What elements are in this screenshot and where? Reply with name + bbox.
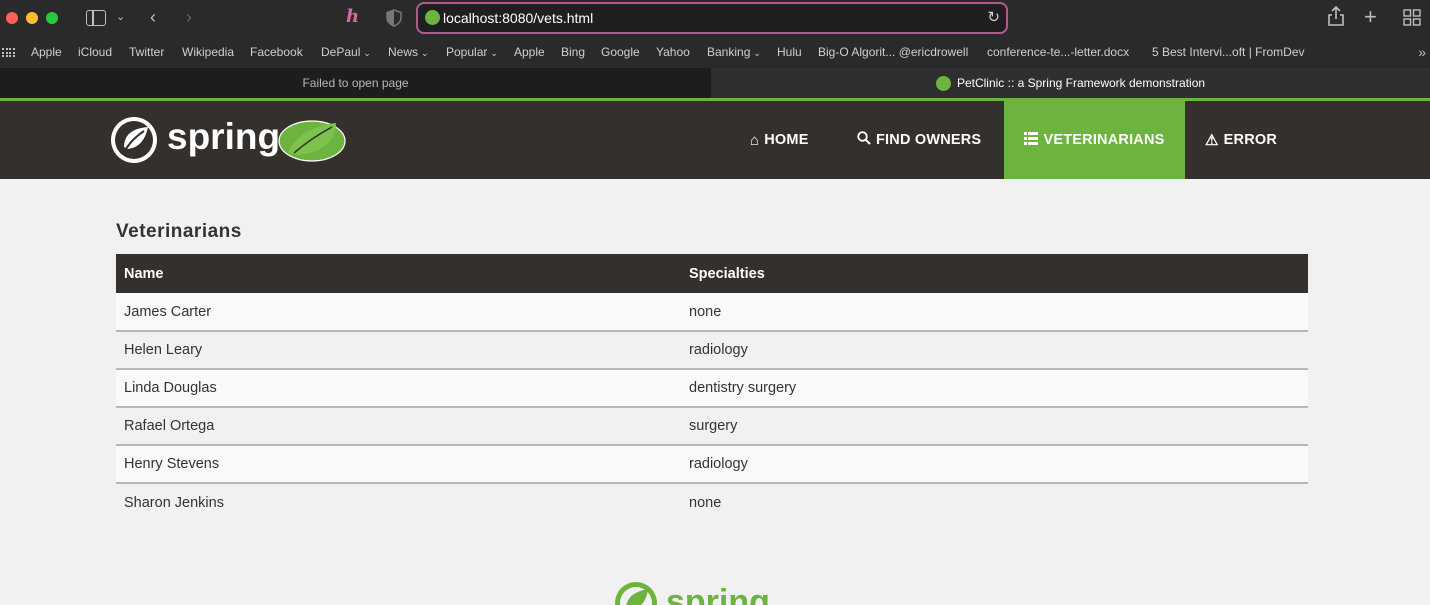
tab-petclinic[interactable]: PetClinic :: a Spring Framework demonstr… xyxy=(711,68,1430,98)
zoom-window-button[interactable] xyxy=(46,12,58,24)
url-text[interactable]: localhost:8080/vets.html xyxy=(443,10,593,26)
bookmark-item[interactable]: Apple xyxy=(514,45,545,59)
bookmark-item[interactable]: Apple xyxy=(31,45,62,59)
vet-name: Helen Leary xyxy=(116,331,681,370)
nav-veterinarians[interactable]: VETERINARIANS xyxy=(1004,101,1185,179)
vet-name: Rafael Ortega xyxy=(116,407,681,446)
page-title: Veterinarians xyxy=(116,221,242,242)
share-icon[interactable] xyxy=(1327,5,1345,32)
list-icon xyxy=(1024,131,1039,149)
chevron-down-icon[interactable]: ⌄ xyxy=(116,6,125,28)
spring-logo[interactable]: spring xyxy=(110,115,350,165)
address-bar[interactable]: localhost:8080/vets.html ↻ xyxy=(416,2,1008,34)
bookmark-folder[interactable]: Popular ⌄ xyxy=(446,45,498,60)
column-header-specialties: Specialties xyxy=(681,254,1308,293)
bookmark-item[interactable]: 5 Best Intervi...oft | FromDev xyxy=(1152,45,1305,59)
home-icon: ⌂ xyxy=(750,131,760,149)
nav-home[interactable]: ⌂ HOME xyxy=(738,101,821,179)
bookmark-folder[interactable]: News ⌄ xyxy=(388,45,429,60)
vet-name: Linda Douglas xyxy=(116,369,681,408)
forward-arrow-icon[interactable]: › xyxy=(186,6,192,28)
bookmark-item[interactable]: Facebook xyxy=(250,45,303,59)
back-arrow-icon[interactable]: ‹ xyxy=(150,6,156,28)
bookmark-item[interactable]: Hulu xyxy=(777,45,802,59)
spring-favicon-icon xyxy=(935,75,951,91)
honey-extension-icon[interactable]: h xyxy=(346,6,359,28)
vet-specialties: dentistry surgery xyxy=(681,369,1308,408)
table-row: Sharon Jenkins none xyxy=(116,483,1308,521)
svg-text:spring: spring xyxy=(167,116,280,157)
bookmark-item[interactable]: conference-te...-letter.docx xyxy=(987,45,1129,59)
minimize-window-button[interactable] xyxy=(26,12,38,24)
nav-home-label: HOME xyxy=(764,132,809,148)
sidebar-toggle-icon[interactable] xyxy=(86,10,106,26)
nav-error-label: ERROR xyxy=(1223,132,1278,148)
tab-failed-page[interactable]: Failed to open page xyxy=(0,68,711,98)
bookmark-item[interactable]: Yahoo xyxy=(656,45,690,59)
apps-grid-icon[interactable] xyxy=(2,48,15,58)
bookmark-item[interactable]: Bing xyxy=(561,45,585,59)
more-bookmarks-icon[interactable]: » xyxy=(1418,44,1426,60)
browser-toolbar: ⌄ ‹ › h localhost:8080/vets.html ↻ + xyxy=(0,0,1430,37)
bookmark-item[interactable]: Google xyxy=(601,45,640,59)
svg-text:spring: spring xyxy=(666,583,770,605)
chevron-down-icon: ⌄ xyxy=(490,48,498,58)
table-row: James Carter none xyxy=(116,293,1308,332)
vet-specialties: radiology xyxy=(681,331,1308,370)
nav-error[interactable]: ⚠ ERROR xyxy=(1193,101,1289,179)
reload-icon[interactable]: ↻ xyxy=(987,8,1000,26)
vet-specialties: none xyxy=(681,483,1308,521)
bookmarks-bar: Apple iCloud Twitter Wikipedia Facebook … xyxy=(0,37,1430,68)
tab-title: PetClinic :: a Spring Framework demonstr… xyxy=(956,76,1206,90)
chevron-down-icon: ⌄ xyxy=(363,48,371,58)
nav-veterinarians-label: VETERINARIANS xyxy=(1043,132,1165,148)
site-navbar: spring ⌂ HOME FIND OWNERS VETERINARIANS … xyxy=(0,98,1430,179)
column-header-name: Name xyxy=(116,254,681,293)
table-row: Helen Leary radiology xyxy=(116,331,1308,370)
new-tab-icon[interactable]: + xyxy=(1364,6,1377,28)
close-window-button[interactable] xyxy=(6,12,18,24)
bookmark-item[interactable]: iCloud xyxy=(78,45,112,59)
chevron-down-icon: ⌄ xyxy=(753,48,761,58)
vet-name: Sharon Jenkins xyxy=(116,483,681,521)
footer-spring-logo: spring xyxy=(614,579,774,605)
vet-specialties: surgery xyxy=(681,407,1308,446)
vet-name: Henry Stevens xyxy=(116,445,681,484)
search-icon xyxy=(857,131,871,149)
privacy-shield-icon[interactable] xyxy=(386,9,402,27)
chevron-down-icon: ⌄ xyxy=(421,48,429,58)
tab-title: Failed to open page xyxy=(302,76,409,90)
vets-table: Name Specialties James Carter none Helen… xyxy=(116,254,1308,521)
tab-bar: Failed to open page PetClinic :: a Sprin… xyxy=(0,68,1430,98)
nav-find-owners-label: FIND OWNERS xyxy=(876,132,982,148)
warning-icon: ⚠ xyxy=(1205,132,1219,149)
nav-find-owners[interactable]: FIND OWNERS xyxy=(845,101,993,179)
site-favicon-icon xyxy=(425,10,440,25)
table-row: Henry Stevens radiology xyxy=(116,445,1308,484)
vet-name: James Carter xyxy=(116,293,681,332)
vet-specialties: radiology xyxy=(681,445,1308,484)
bookmark-item[interactable]: Big-O Algorit... @ericdrowell xyxy=(818,45,968,59)
tab-overview-icon[interactable] xyxy=(1403,9,1421,31)
table-row: Linda Douglas dentistry surgery xyxy=(116,369,1308,408)
table-header-row: Name Specialties xyxy=(116,254,1308,293)
table-row: Rafael Ortega surgery xyxy=(116,407,1308,446)
bookmark-folder[interactable]: DePaul ⌄ xyxy=(321,45,371,60)
bookmark-item[interactable]: Wikipedia xyxy=(182,45,234,59)
bookmark-item[interactable]: Twitter xyxy=(129,45,164,59)
vet-specialties: none xyxy=(681,293,1308,332)
bookmark-folder[interactable]: Banking ⌄ xyxy=(707,45,761,60)
